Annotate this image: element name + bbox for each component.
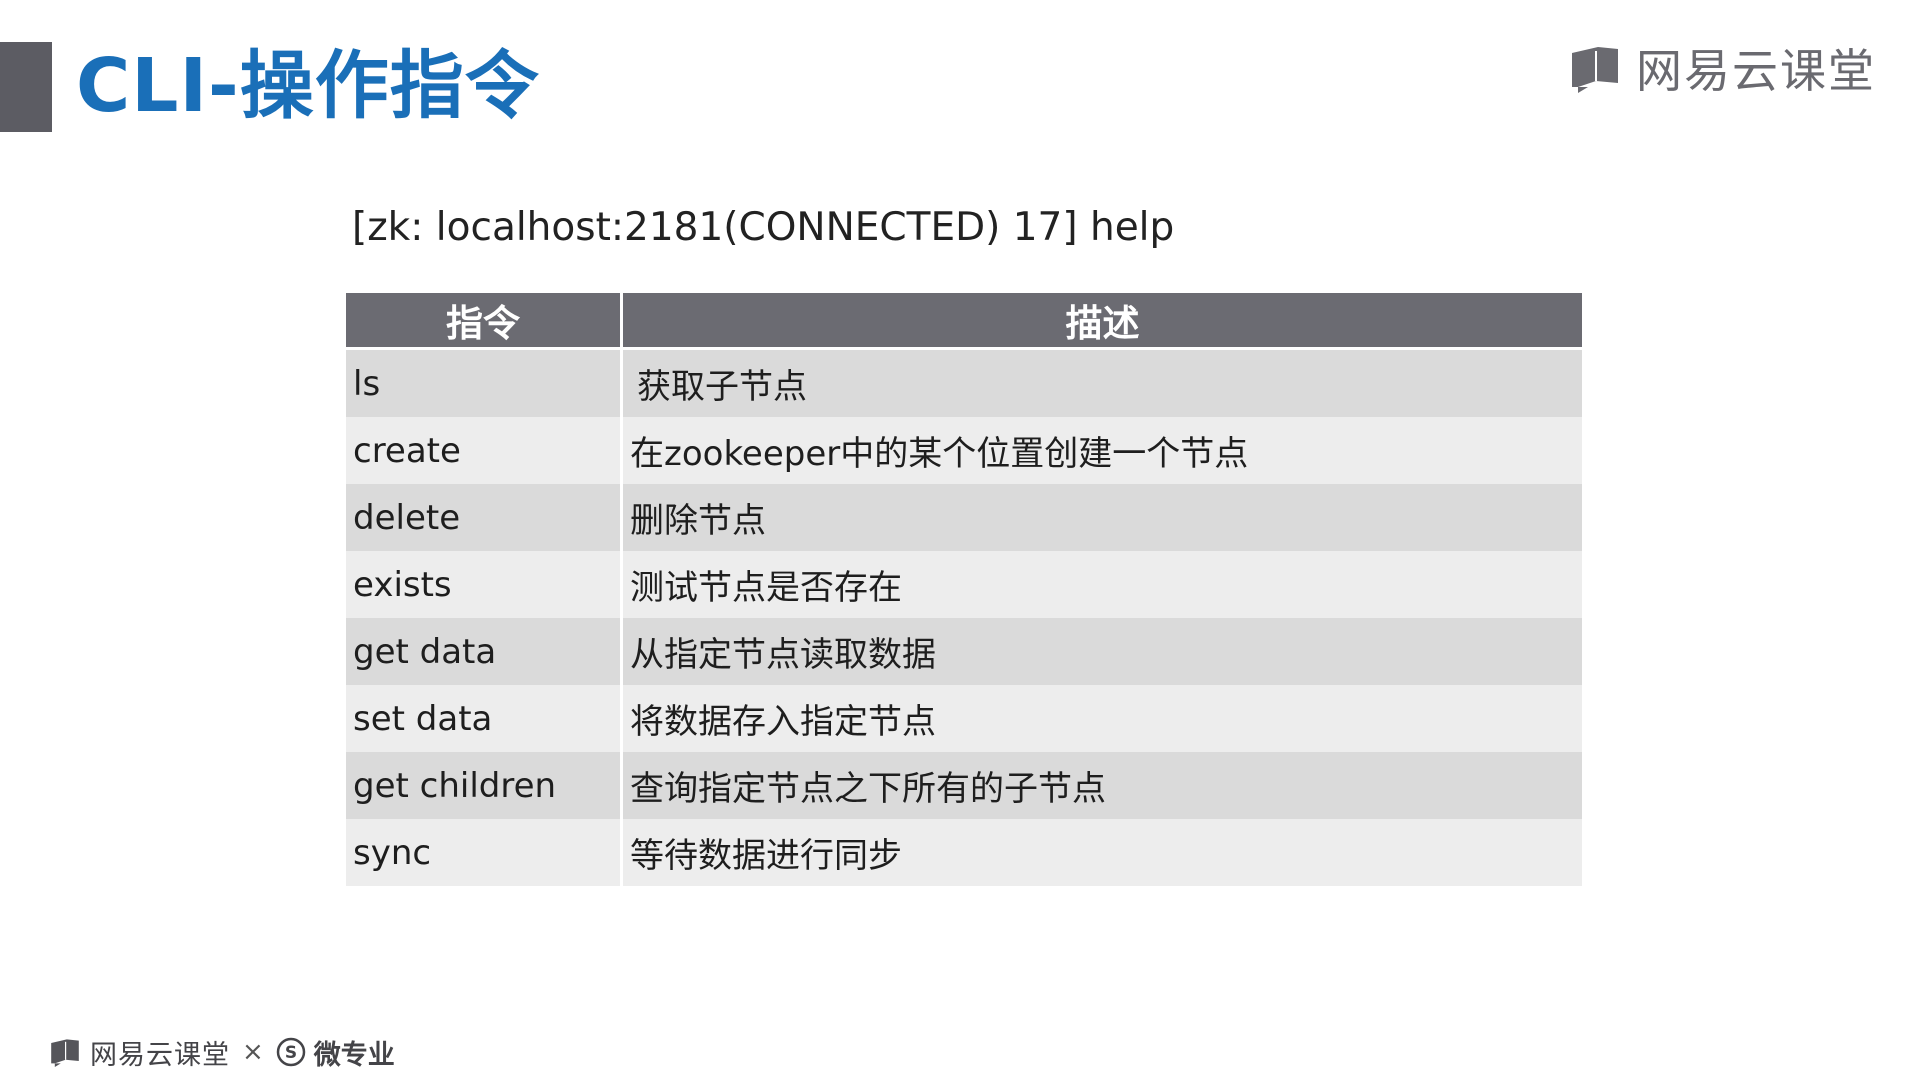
- command-cell: get data: [346, 618, 623, 685]
- command-cell: delete: [346, 484, 623, 551]
- command-cell: ls: [346, 348, 623, 417]
- table-row: set data 将数据存入指定节点: [346, 685, 1582, 752]
- svg-text:S: S: [285, 1043, 297, 1063]
- book-icon: [51, 1039, 79, 1067]
- table-row: exists 测试节点是否存在: [346, 551, 1582, 618]
- description-cell: 从指定节点读取数据: [621, 618, 1582, 685]
- command-cell: sync: [346, 819, 623, 886]
- title-accent-bar: [0, 42, 52, 132]
- command-cell: get children: [346, 752, 623, 819]
- command-cell: set data: [346, 685, 623, 752]
- command-prompt-text: [zk: localhost:2181(CONNECTED) 17] help: [352, 205, 1175, 250]
- command-cell: create: [346, 417, 623, 484]
- description-cell: 删除节点: [621, 484, 1582, 551]
- table-row: delete 删除节点: [346, 484, 1582, 551]
- footer-brand-left: 网易云课堂: [90, 1039, 230, 1071]
- footer-separator: ×: [242, 1037, 264, 1067]
- description-cell: 查询指定节点之下所有的子节点: [621, 752, 1582, 819]
- brand-name: 网易云课堂: [1636, 44, 1876, 98]
- description-cell: 获取子节点: [621, 348, 1582, 417]
- table-row: get children 查询指定节点之下所有的子节点: [346, 752, 1582, 819]
- table-row: get data 从指定节点读取数据: [346, 618, 1582, 685]
- brand-logo-top: 网易云课堂: [1568, 40, 1876, 98]
- s-circle-icon: S: [276, 1037, 306, 1067]
- description-cell: 测试节点是否存在: [621, 551, 1582, 618]
- command-table: 指令 描述 ls 获取子节点 create 在zookeeper中的某个位置创建…: [346, 293, 1582, 886]
- header-command: 指令: [346, 293, 623, 350]
- description-cell: 等待数据进行同步: [621, 819, 1582, 886]
- slide-title: CLI-操作指令: [76, 43, 540, 129]
- description-cell: 在zookeeper中的某个位置创建一个节点: [621, 417, 1582, 484]
- brand-footer: 网易云课堂 × S 微专业: [48, 1032, 395, 1072]
- description-cell: 将数据存入指定节点: [621, 685, 1582, 752]
- table-row: sync 等待数据进行同步: [346, 819, 1582, 886]
- table-row: create 在zookeeper中的某个位置创建一个节点: [346, 417, 1582, 484]
- book-icon: [1572, 47, 1618, 93]
- table-row: ls 获取子节点: [346, 348, 1582, 417]
- header-description: 描述: [621, 293, 1582, 350]
- command-cell: exists: [346, 551, 623, 618]
- footer-brand-right: 微专业: [313, 1039, 395, 1071]
- table-header-row: 指令 描述: [346, 293, 1582, 350]
